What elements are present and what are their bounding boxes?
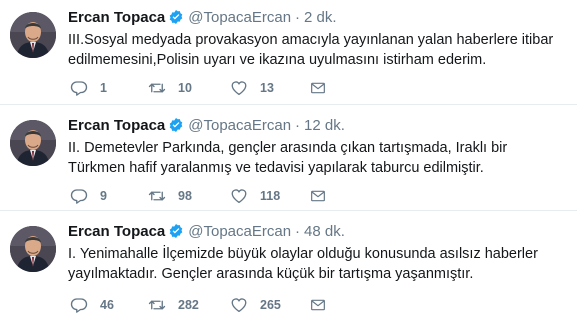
tweet-actions: 9 98 118 bbox=[68, 186, 368, 206]
tweet-actions: 1 10 13 bbox=[68, 78, 368, 98]
avatar[interactable] bbox=[10, 226, 56, 272]
retweet-icon bbox=[148, 300, 166, 310]
tweet[interactable]: Ercan Topaca @TopacaErcan · 2 dk. III.Sosya… bbox=[0, 0, 577, 105]
reply-count: 46 bbox=[100, 298, 114, 312]
author-handle[interactable]: @TopacaErcan bbox=[188, 117, 291, 134]
retweet-count: 98 bbox=[178, 189, 192, 203]
verified-badge-icon bbox=[169, 10, 183, 24]
tweet-actions: 46 282 265 bbox=[68, 295, 368, 315]
tweet-text: II. Demetevler Parkında, gençler arasınd… bbox=[68, 140, 508, 176]
like-button[interactable]: 13 bbox=[230, 78, 274, 98]
author-name[interactable]: Ercan Topaca bbox=[68, 9, 165, 26]
separator-dot: · bbox=[295, 117, 301, 134]
tweet-text: I. Yenimahalle İlçemizde büyük olaylar o… bbox=[68, 246, 538, 282]
tweet[interactable]: Ercan Topaca @TopacaErcan · 12 dk. II. Deme… bbox=[0, 106, 577, 211]
reply-icon bbox=[70, 81, 88, 96]
tweet-header: Ercan Topaca @TopacaErcan · 48 dk. bbox=[68, 222, 345, 242]
avatar[interactable] bbox=[10, 120, 56, 166]
tweet-header: Ercan Topaca @TopacaErcan · 12 dk. bbox=[68, 116, 345, 136]
reply-button[interactable]: 46 bbox=[70, 295, 114, 315]
retweet-button[interactable]: 282 bbox=[148, 295, 199, 315]
retweet-icon bbox=[148, 191, 166, 201]
heart-icon bbox=[231, 298, 247, 313]
envelope-icon bbox=[311, 299, 325, 311]
heart-icon bbox=[231, 189, 247, 204]
envelope-icon bbox=[311, 190, 325, 202]
retweet-button[interactable]: 10 bbox=[148, 78, 192, 98]
like-count: 118 bbox=[260, 189, 281, 203]
tweet-feed: Ercan Topaca @TopacaErcan · 2 dk. III.Sosya… bbox=[0, 0, 577, 317]
like-button[interactable]: 265 bbox=[230, 295, 281, 315]
reply-button[interactable]: 1 bbox=[70, 78, 107, 98]
verified-badge-icon bbox=[169, 224, 183, 238]
timestamp[interactable]: 48 dk. bbox=[304, 223, 345, 240]
reply-count: 9 bbox=[100, 189, 107, 203]
reply-icon bbox=[70, 298, 88, 313]
message-button[interactable] bbox=[310, 295, 326, 315]
author-name[interactable]: Ercan Topaca bbox=[68, 223, 165, 240]
tweet-header: Ercan Topaca @TopacaErcan · 2 dk. bbox=[68, 8, 337, 28]
message-button[interactable] bbox=[310, 78, 326, 98]
avatar-portrait-image bbox=[10, 12, 56, 58]
like-count: 265 bbox=[260, 298, 281, 312]
author-handle[interactable]: @TopacaErcan bbox=[188, 223, 291, 240]
retweet-icon bbox=[148, 83, 166, 93]
author-handle[interactable]: @TopacaErcan bbox=[188, 9, 291, 26]
like-count: 13 bbox=[260, 81, 274, 95]
like-button[interactable]: 118 bbox=[230, 186, 280, 206]
separator-dot: · bbox=[295, 223, 301, 240]
avatar[interactable] bbox=[10, 12, 56, 58]
retweet-button[interactable]: 98 bbox=[148, 186, 192, 206]
verified-badge-icon bbox=[169, 118, 183, 132]
avatar-portrait-image bbox=[10, 120, 56, 166]
reply-icon bbox=[70, 189, 88, 204]
separator-dot: · bbox=[295, 9, 301, 26]
timestamp[interactable]: 2 dk. bbox=[304, 9, 337, 26]
avatar-portrait-image bbox=[10, 226, 56, 272]
envelope-icon bbox=[311, 82, 325, 94]
message-button[interactable] bbox=[310, 186, 326, 206]
tweet[interactable]: Ercan Topaca @TopacaErcan · 48 dk. I. Yenim… bbox=[0, 212, 577, 317]
tweet-text: III.Sosyal medyada provakasyon amacıyla … bbox=[68, 32, 554, 68]
reply-button[interactable]: 9 bbox=[70, 186, 107, 206]
timestamp[interactable]: 12 dk. bbox=[304, 117, 345, 134]
author-name[interactable]: Ercan Topaca bbox=[68, 117, 165, 134]
reply-count: 1 bbox=[100, 81, 107, 95]
retweet-count: 10 bbox=[178, 81, 192, 95]
heart-icon bbox=[231, 81, 247, 96]
retweet-count: 282 bbox=[178, 298, 199, 312]
